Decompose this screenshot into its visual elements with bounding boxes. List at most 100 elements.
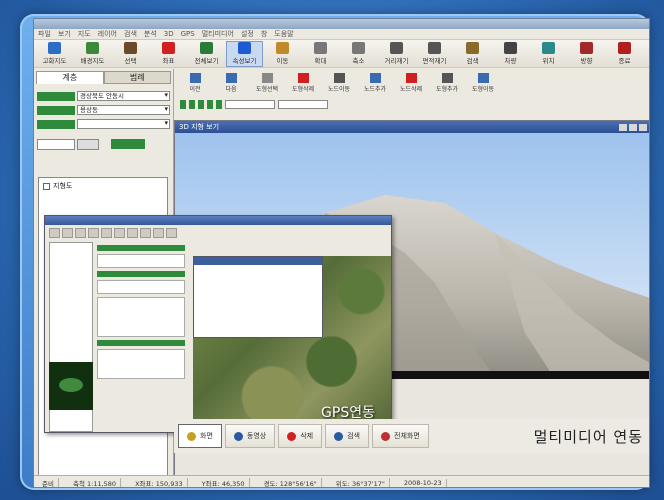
- gps-tool-icon[interactable]: [166, 228, 177, 238]
- layer-chip-3[interactable]: [198, 99, 204, 109]
- toolbar-button[interactable]: 검색: [454, 41, 491, 67]
- status-cell: X좌표: 150,933: [131, 477, 188, 487]
- layer-chip-4[interactable]: [207, 99, 213, 109]
- tab-legend[interactable]: 범례: [103, 71, 171, 84]
- edit-tool-button[interactable]: 다음: [214, 73, 248, 93]
- edit-tool-button[interactable]: 도형이동: [466, 73, 500, 93]
- edit-tool-button[interactable]: 노드이동: [322, 73, 356, 93]
- region-select[interactable]: 경상북도 안동시: [77, 91, 170, 101]
- menu-item[interactable]: 도움말: [274, 29, 293, 39]
- toolbar-button[interactable]: 거리재기: [378, 41, 415, 67]
- menu-item[interactable]: 파일: [38, 29, 51, 39]
- toolbar-button[interactable]: 이동: [264, 41, 301, 67]
- gps-toolbar: [45, 225, 391, 241]
- maximize-icon[interactable]: [629, 123, 637, 131]
- toolbar-button[interactable]: 종료: [606, 41, 643, 67]
- status-cell: 2008-10-23: [400, 478, 447, 487]
- menu-item[interactable]: 멀티미디어: [202, 29, 234, 39]
- minimize-icon[interactable]: [619, 123, 627, 131]
- layer-chip-2[interactable]: [189, 99, 195, 109]
- layer-select-1[interactable]: [225, 99, 275, 109]
- zoom-out-icon: [352, 42, 365, 54]
- multimedia-button[interactable]: 삭제: [278, 424, 323, 448]
- toolbar-button-label: 위치: [542, 57, 555, 65]
- gps-settings-panel: [95, 242, 187, 432]
- district-select[interactable]: 용상동: [77, 105, 170, 115]
- tree-root[interactable]: 지형도: [43, 181, 163, 191]
- toolbar-button[interactable]: 속성보기: [226, 40, 263, 67]
- edit-tool-button[interactable]: 이전: [178, 73, 212, 93]
- edit-tool-icon: [297, 73, 309, 83]
- menu-item[interactable]: 창: [261, 29, 267, 39]
- toolbar-button[interactable]: 선택: [112, 41, 149, 67]
- gps-field[interactable]: [97, 349, 185, 379]
- menu-item[interactable]: 3D: [164, 30, 174, 38]
- multimedia-button[interactable]: 전체화면: [372, 424, 429, 448]
- toolbar-button[interactable]: 위치: [530, 41, 567, 67]
- gps-tool-icon[interactable]: [101, 228, 112, 238]
- toolbar-button[interactable]: 좌표: [150, 41, 187, 67]
- status-cell: 위도: 36°37'17": [332, 477, 390, 487]
- multimedia-button-icon: [381, 431, 390, 441]
- district-label: [37, 105, 75, 115]
- menu-item[interactable]: 지도: [78, 29, 91, 39]
- tab-layers[interactable]: 계층: [36, 71, 104, 84]
- menu-item[interactable]: 설정: [241, 29, 254, 39]
- layer-select-2[interactable]: [278, 99, 328, 109]
- toolbar-button[interactable]: 배경지도: [74, 41, 111, 67]
- gps-tool-icon[interactable]: [140, 228, 151, 238]
- edit-tool-button[interactable]: 도형삭제: [286, 73, 320, 93]
- gps-field[interactable]: [97, 280, 185, 294]
- multimedia-button[interactable]: 검색: [325, 424, 369, 448]
- toolbar-button[interactable]: 확대: [302, 41, 339, 67]
- gps-tool-icon[interactable]: [75, 228, 86, 238]
- gps-minimap[interactable]: [49, 362, 93, 410]
- toolbar-button[interactable]: 면적재기: [416, 41, 453, 67]
- multimedia-button[interactable]: 동영상: [224, 424, 276, 448]
- lot-type-select[interactable]: [111, 139, 145, 149]
- toolbar-button[interactable]: 고화지도: [36, 41, 73, 67]
- status-cell: Y좌표: 46,350: [198, 477, 250, 487]
- gps-field[interactable]: [97, 254, 185, 268]
- toolbar-button[interactable]: 전체보기: [188, 41, 225, 67]
- gps-tool-icon[interactable]: [88, 228, 99, 238]
- toolbar-button[interactable]: 축소: [340, 41, 377, 67]
- edit-tool-label: 이전: [189, 86, 201, 93]
- toolbar-button[interactable]: 차량: [492, 41, 529, 67]
- cursor-icon: [124, 42, 137, 54]
- edit-tool-button[interactable]: 노드추가: [358, 73, 392, 93]
- menu-item[interactable]: 보기: [58, 29, 71, 39]
- car-icon: [504, 42, 517, 54]
- compass-icon: [580, 42, 593, 54]
- toolbar-button[interactable]: 방향: [568, 41, 605, 67]
- layer-chip-5[interactable]: [216, 99, 222, 109]
- subdistrict-select[interactable]: [77, 119, 170, 129]
- menu-item[interactable]: 분석: [144, 29, 157, 39]
- layer-toolbar: [174, 98, 649, 110]
- close-icon[interactable]: [639, 123, 647, 131]
- layer-chip-1[interactable]: [180, 99, 186, 109]
- gps-tool-icon[interactable]: [62, 228, 73, 238]
- info-icon: [238, 42, 251, 54]
- multimedia-button[interactable]: 화면: [178, 424, 222, 448]
- gps-tool-icon[interactable]: [114, 228, 125, 238]
- edit-tool-button[interactable]: 도형추가: [430, 73, 464, 93]
- toolbar-button-label: 축소: [352, 57, 365, 65]
- menu-item[interactable]: 검색: [124, 29, 137, 39]
- menu-item[interactable]: 레이어: [98, 29, 117, 39]
- subdistrict-label: [37, 119, 75, 129]
- menu-item[interactable]: GPS: [181, 30, 195, 38]
- gps-log[interactable]: [97, 297, 185, 337]
- status-cell: 축척 1:11,580: [69, 477, 122, 487]
- lot-search-button[interactable]: [77, 138, 99, 150]
- gps-tool-icon[interactable]: [49, 228, 60, 238]
- edit-tool-icon: [225, 73, 237, 83]
- lot-input[interactable]: [37, 138, 75, 150]
- gps-tool-icon[interactable]: [127, 228, 138, 238]
- edit-tool-button[interactable]: 노드삭제: [394, 73, 428, 93]
- gps-tool-icon[interactable]: [153, 228, 164, 238]
- edit-tool-button[interactable]: 도형선택: [250, 73, 284, 93]
- gps-dialog: [193, 256, 323, 338]
- tree-checkbox-icon[interactable]: [43, 182, 50, 190]
- edit-tool-icon: [405, 73, 417, 83]
